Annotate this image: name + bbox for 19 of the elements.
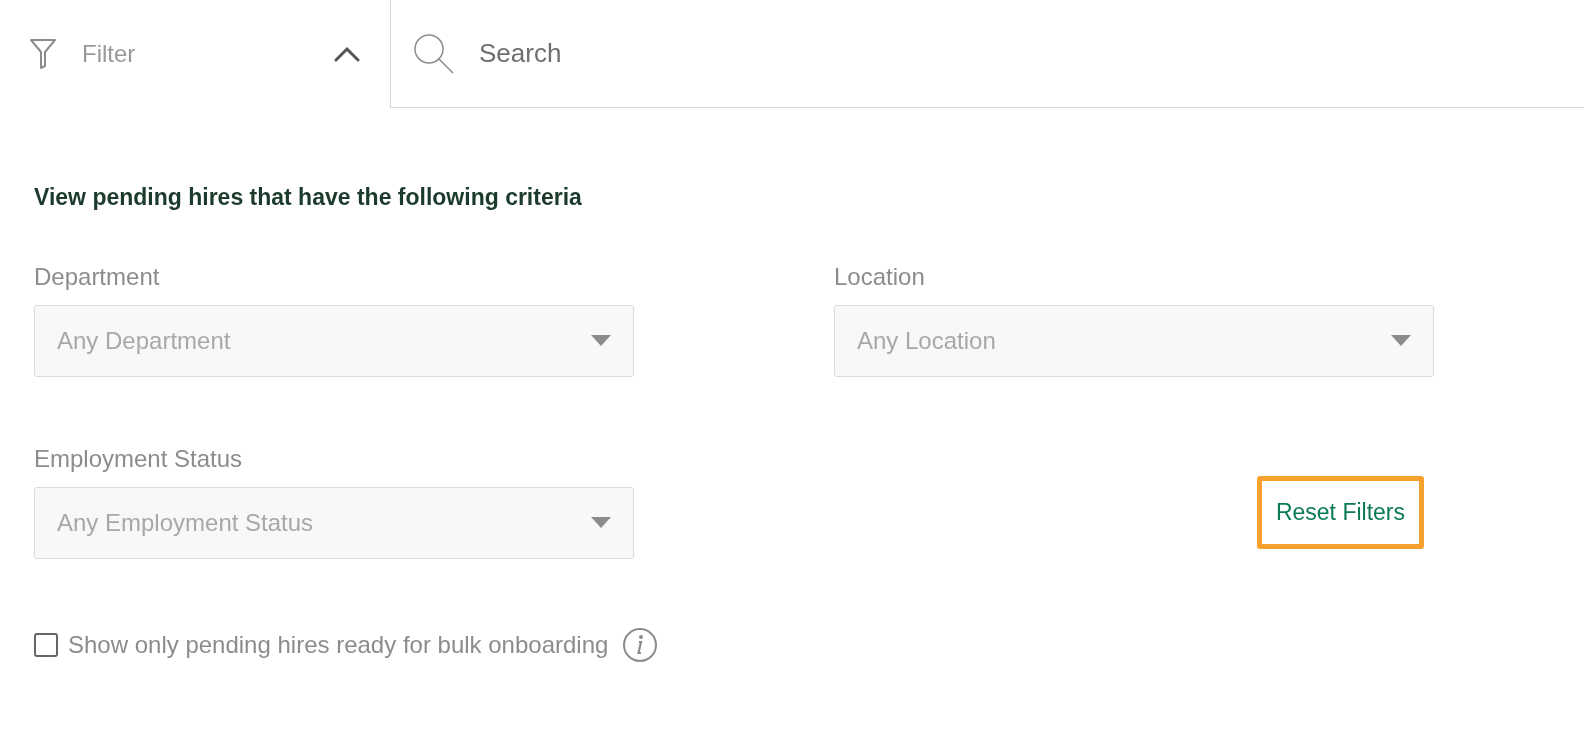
- criteria-heading: View pending hires that have the following criteria: [34, 183, 583, 212]
- search-field[interactable]: Search: [479, 34, 1562, 73]
- checkbox-label: Show only pending hires ready for bulk onboarding: [68, 629, 609, 660]
- caret-icon: [591, 516, 611, 529]
- caret-icon: [591, 334, 611, 347]
- dropdown-field[interactable]: Any Employment Status: [34, 486, 634, 559]
- search-icon: [413, 32, 455, 75]
- caret-icon: [1391, 334, 1411, 347]
- dropdown-field[interactable]: Any Department: [34, 304, 634, 377]
- filter-icon: [30, 39, 56, 69]
- reset-filters-link[interactable]: Reset Filters: [1256, 476, 1424, 549]
- checkbox[interactable]: [34, 632, 58, 657]
- dropdown-label: Location: [834, 261, 926, 292]
- dropdown-label: Employment Status: [34, 443, 244, 474]
- chevron-icon: [334, 46, 360, 62]
- dropdown-field[interactable]: Any Location: [834, 304, 1434, 377]
- dropdown-label: Department: [34, 261, 161, 292]
- info-icon[interactable]: [622, 626, 659, 663]
- filter-toggle[interactable]: Filter: [0, 0, 390, 108]
